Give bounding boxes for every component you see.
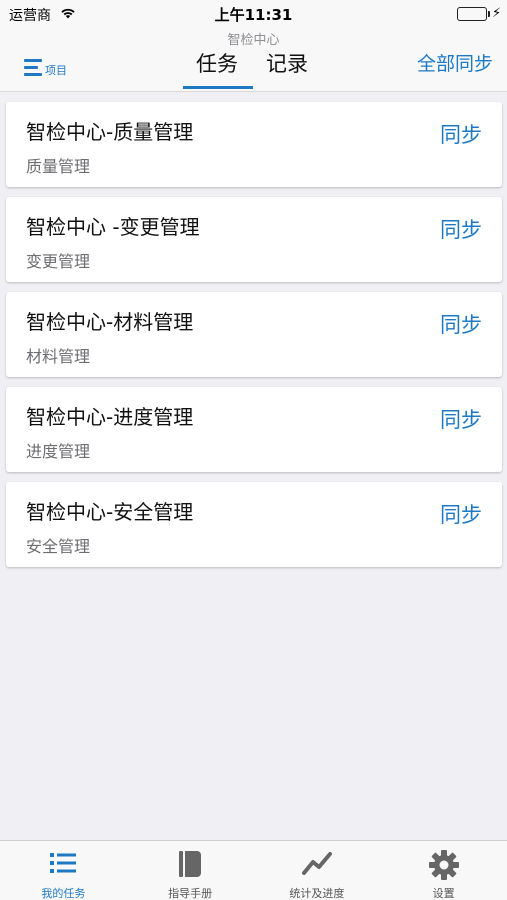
segmented-tabs: 任务 记录 — [193, 50, 311, 88]
list-icon — [49, 850, 77, 880]
tabbar-label: 统计及进度 — [289, 887, 345, 900]
tabbar-item-settings[interactable]: 设置 — [380, 841, 507, 900]
chart-line-icon — [301, 850, 332, 880]
task-list: 智检中心-质量管理 质量管理 同步 智检中心 -变更管理 变更管理 同步 智检中… — [6, 102, 502, 577]
task-card[interactable]: 智检中心-质量管理 质量管理 同步 — [6, 102, 502, 187]
project-menu-button[interactable]: 项目 — [24, 56, 67, 78]
clock: 上午11:31 — [214, 6, 293, 24]
page-subtitle: 智检中心 — [227, 33, 280, 48]
task-subtitle: 安全管理 — [26, 537, 91, 556]
sync-button[interactable]: 同步 — [440, 309, 482, 339]
task-title: 智检中心-材料管理 — [26, 310, 194, 334]
book-icon — [176, 850, 204, 882]
task-title: 智检中心-安全管理 — [26, 500, 194, 524]
tabbar-label: 指导手册 — [168, 887, 213, 900]
tabbar-label: 我的任务 — [41, 887, 86, 900]
active-tab-indicator — [183, 86, 253, 89]
menu-icon — [24, 59, 42, 76]
task-card[interactable]: 智检中心 -变更管理 变更管理 同步 — [6, 197, 502, 282]
task-card[interactable]: 智检中心-进度管理 进度管理 同步 — [6, 387, 502, 472]
tab-records[interactable]: 记录 — [263, 50, 311, 88]
project-label: 项目 — [45, 64, 67, 77]
tabbar-item-stats[interactable]: 统计及进度 — [254, 841, 381, 900]
task-subtitle: 变更管理 — [26, 252, 91, 271]
status-bar: 运营商 上午11:31 ⚡ — [0, 0, 507, 28]
tab-tasks[interactable]: 任务 — [193, 50, 241, 88]
task-title: 智检中心-进度管理 — [26, 405, 194, 429]
task-subtitle: 质量管理 — [26, 157, 91, 176]
task-subtitle: 材料管理 — [26, 347, 91, 366]
task-subtitle: 进度管理 — [26, 442, 91, 461]
task-title: 智检中心 -变更管理 — [26, 215, 200, 239]
battery-icon: ⚡ — [457, 6, 501, 21]
sync-button[interactable]: 同步 — [440, 119, 482, 149]
tabbar-item-manual[interactable]: 指导手册 — [127, 841, 254, 900]
sync-button[interactable]: 同步 — [440, 404, 482, 434]
bottom-tab-bar: 我的任务 指导手册 统计及进度 设置 — [0, 840, 507, 900]
task-title: 智检中心-质量管理 — [26, 120, 194, 144]
gear-icon — [428, 850, 459, 884]
task-card[interactable]: 智检中心-安全管理 安全管理 同步 — [6, 482, 502, 567]
task-card[interactable]: 智检中心-材料管理 材料管理 同步 — [6, 292, 502, 377]
sync-button[interactable]: 同步 — [440, 499, 482, 529]
tabbar-item-my-tasks[interactable]: 我的任务 — [0, 841, 127, 900]
top-bar: 运营商 上午11:31 ⚡ 智检中心 项目 任务 记录 全部同步 — [0, 0, 507, 92]
sync-button[interactable]: 同步 — [440, 214, 482, 244]
sync-all-button[interactable]: 全部同步 — [417, 52, 493, 76]
tabbar-label: 设置 — [432, 887, 455, 900]
